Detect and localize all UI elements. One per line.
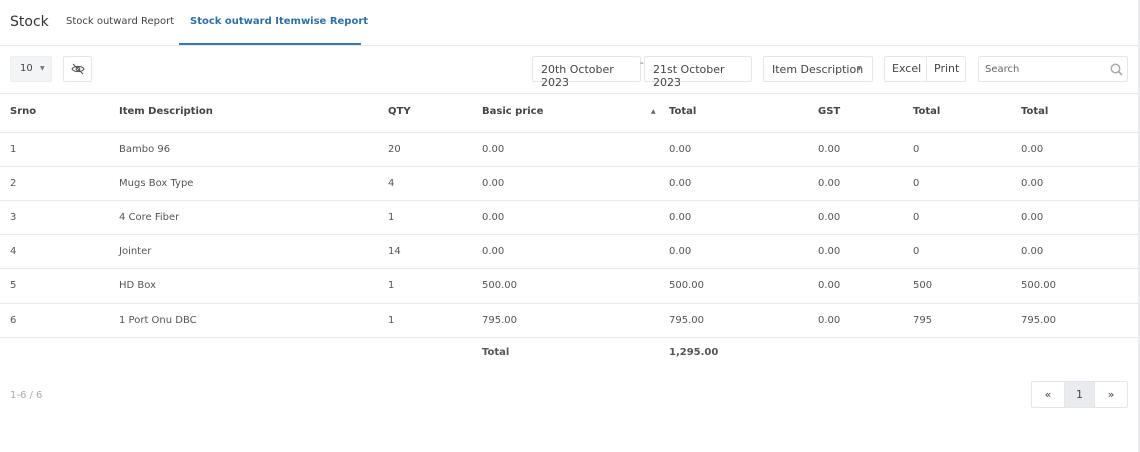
cell-total: 0.00 [669, 178, 692, 189]
table-row: 3 4 Core Fiber 1 0.00 0.00 0.00 0 0.00 [0, 201, 1138, 235]
cell-total-3: 0.00 [1021, 212, 1044, 223]
cell-srno: 3 [10, 212, 17, 223]
pagination: « 1 » [1031, 381, 1128, 408]
cell-item-description: Jointer [119, 246, 152, 257]
footer-total-label: Total [482, 347, 510, 358]
previous-page-button[interactable]: « [1032, 382, 1065, 407]
cell-basic-price: 0.00 [482, 144, 505, 155]
page-length-select[interactable]: 10 ▼ [10, 56, 52, 82]
cell-srno: 6 [10, 315, 17, 326]
pagination-info: 1-6 / 6 [10, 390, 43, 401]
print-button[interactable]: Print [926, 57, 965, 81]
cell-qty: 20 [388, 144, 401, 155]
cell-basic-price: 795.00 [482, 315, 517, 326]
table-row: 4 Jointer 14 0.00 0.00 0.00 0 0.00 [0, 235, 1138, 269]
cell-item-description: 1 Port Onu DBC [119, 315, 197, 326]
print-button-label: Print [934, 62, 960, 75]
table-row: 5 HD Box 1 500.00 500.00 0.00 500 500.00 [0, 269, 1138, 304]
column-header-item-description[interactable]: Item Description [119, 106, 213, 117]
cell-total-2: 0 [913, 246, 920, 257]
cell-item-description: HD Box [119, 280, 156, 291]
cell-total: 500.00 [669, 280, 704, 291]
search-icon[interactable] [1110, 63, 1123, 76]
date-from-value: 20th October 2023 [541, 63, 614, 89]
cell-item-description: 4 Core Fiber [119, 212, 180, 223]
cell-gst: 0.00 [818, 280, 841, 291]
cell-total: 0.00 [669, 212, 692, 223]
cell-total-2: 0 [913, 212, 920, 223]
column-header-total-2[interactable]: Total [913, 106, 940, 117]
cell-total-3: 795.00 [1021, 315, 1056, 326]
page-header: Stock Stock outward Report Stock outward… [0, 0, 1138, 46]
table-row: 1 Bambo 96 20 0.00 0.00 0.00 0 0.00 [0, 133, 1138, 167]
excel-button-label: Excel [892, 62, 922, 75]
sort-asc-icon[interactable]: ▲ [651, 108, 656, 115]
cell-item-description: Mugs Box Type [119, 178, 194, 189]
excel-button[interactable]: Excel [885, 57, 927, 81]
cell-srno: 5 [10, 280, 17, 291]
cell-total-3: 0.00 [1021, 144, 1044, 155]
search-box [978, 56, 1128, 82]
cell-total: 0.00 [669, 246, 692, 257]
table-footer-row: Total 1,295.00 [0, 338, 1138, 370]
date-to-value: 21st October 2023 [653, 63, 725, 89]
cell-srno: 1 [10, 144, 17, 155]
column-header-basic-price[interactable]: Basic price [482, 106, 543, 117]
cell-total: 0.00 [669, 144, 692, 155]
caret-down-icon: ▼ [40, 65, 45, 72]
tab-stock-outward-report[interactable]: Stock outward Report [66, 16, 174, 27]
table-row: 6 1 Port Onu DBC 1 795.00 795.00 0.00 79… [0, 304, 1138, 338]
cell-basic-price: 0.00 [482, 212, 505, 223]
page-length-value: 10 [20, 63, 33, 74]
cell-gst: 0.00 [818, 246, 841, 257]
cell-srno: 2 [10, 178, 17, 189]
caret-down-icon: ▼ [857, 65, 862, 72]
cell-total-2: 0 [913, 178, 920, 189]
cell-total-3: 500.00 [1021, 280, 1056, 291]
cell-total-3: 0.00 [1021, 178, 1044, 189]
cell-basic-price: 0.00 [482, 246, 505, 257]
next-page-button[interactable]: » [1095, 382, 1127, 407]
item-filter-label: Item Description [772, 63, 864, 76]
cell-item-description: Bambo 96 [119, 144, 171, 155]
eye-off-icon [71, 63, 85, 75]
column-header-qty[interactable]: QTY [388, 106, 411, 117]
item-description-filter[interactable]: Item Description ▼ [763, 56, 873, 82]
cell-total-3: 0.00 [1021, 246, 1044, 257]
column-header-total[interactable]: Total [669, 106, 696, 117]
toolbar: 10 ▼ 20th October 2023 - 21st October 20… [0, 45, 1138, 94]
cell-basic-price: 0.00 [482, 178, 505, 189]
date-from-input[interactable]: 20th October 2023 [532, 56, 641, 89]
cell-total-2: 0 [913, 144, 920, 155]
column-visibility-button[interactable] [63, 56, 92, 82]
footer-total-value: 1,295.00 [669, 347, 719, 358]
cell-total-2: 500 [913, 280, 933, 291]
cell-gst: 0.00 [818, 178, 841, 189]
date-to-input[interactable]: 21st October 2023 [644, 56, 752, 89]
table-header-row: Srno Item Description QTY Basic price ▲ … [0, 93, 1138, 133]
page-title: Stock [10, 14, 49, 30]
page-1-button[interactable]: 1 [1065, 382, 1095, 407]
cell-gst: 0.00 [818, 144, 841, 155]
cell-qty: 14 [388, 246, 401, 257]
search-input[interactable] [985, 61, 1105, 77]
table-row: 2 Mugs Box Type 4 0.00 0.00 0.00 0 0.00 [0, 167, 1138, 201]
column-header-total-3[interactable]: Total [1021, 106, 1048, 117]
cell-basic-price: 500.00 [482, 280, 517, 291]
tab-stock-outward-itemwise-report[interactable]: Stock outward Itemwise Report [190, 16, 368, 27]
cell-qty: 1 [388, 280, 395, 291]
cell-total: 795.00 [669, 315, 704, 326]
cell-gst: 0.00 [818, 212, 841, 223]
export-button-group: Excel Print [884, 56, 966, 82]
column-header-gst[interactable]: GST [818, 106, 840, 117]
column-header-srno[interactable]: Srno [10, 106, 36, 117]
cell-qty: 1 [388, 212, 395, 223]
cell-gst: 0.00 [818, 315, 841, 326]
cell-srno: 4 [10, 246, 17, 257]
cell-total-2: 795 [913, 315, 933, 326]
cell-qty: 4 [388, 178, 395, 189]
cell-qty: 1 [388, 315, 395, 326]
